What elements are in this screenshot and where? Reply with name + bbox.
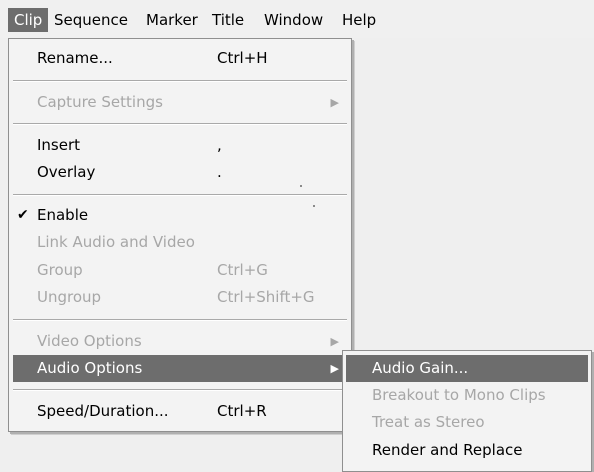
menu-item-label: Audio Gain...	[372, 359, 469, 377]
menubar-marker[interactable]: Marker	[140, 8, 204, 32]
menu-item-shortcut: Ctrl+Shift+G	[217, 288, 315, 306]
menu-item-link-audio-video[interactable]: Link Audio and Video	[13, 229, 347, 256]
menu-item-label: Rename...	[37, 49, 113, 67]
stray-pixel	[300, 185, 302, 187]
stray-pixel	[313, 205, 315, 207]
menubar-title[interactable]: Title	[206, 8, 250, 32]
menu-separator	[13, 194, 347, 196]
menu-item-label: Render and Replace	[372, 441, 523, 459]
menu-item-audio-options[interactable]: Audio Options ▶	[13, 355, 347, 382]
menu-item-label: Audio Options	[37, 359, 143, 377]
menu-item-enable[interactable]: ✔ Enable	[13, 202, 347, 229]
menu-item-label: Overlay	[37, 163, 96, 181]
menu-item-label: Insert	[37, 136, 81, 154]
menu-item-shortcut: ,	[217, 136, 222, 154]
menu-item-shortcut: Ctrl+R	[217, 402, 267, 420]
menu-separator	[13, 319, 347, 321]
menu-item-insert[interactable]: Insert ,	[13, 132, 347, 159]
menu-item-label: Breakout to Mono Clips	[372, 386, 546, 404]
menu-item-overlay[interactable]: Overlay .	[13, 159, 347, 186]
submenu-arrow-icon: ▶	[330, 335, 339, 348]
submenu-arrow-icon: ▶	[330, 362, 339, 375]
menu-item-label: Video Options	[37, 332, 142, 350]
menu-item-audio-gain[interactable]: Audio Gain...	[346, 355, 588, 382]
menu-item-shortcut: Ctrl+G	[217, 261, 268, 279]
menubar-clip[interactable]: Clip	[8, 8, 49, 32]
menu-item-group[interactable]: Group Ctrl+G	[13, 257, 347, 284]
menu-item-treat-stereo[interactable]: Treat as Stereo	[346, 409, 588, 436]
menu-item-rename[interactable]: Rename... Ctrl+H	[13, 45, 347, 72]
menu-item-video-options[interactable]: Video Options ▶	[13, 328, 347, 355]
menu-item-shortcut: .	[217, 163, 222, 181]
checkmark-icon: ✔	[17, 207, 29, 223]
clip-menu: Rename... Ctrl+H Capture Settings ▶ Inse…	[8, 38, 352, 432]
menu-item-label: Treat as Stereo	[372, 413, 485, 431]
menu-item-capture-settings[interactable]: Capture Settings ▶	[13, 89, 347, 116]
menu-item-label: Group	[37, 261, 83, 279]
menu-item-shortcut: Ctrl+H	[217, 49, 268, 67]
audio-options-submenu: Audio Gain... Breakout to Mono Clips Tre…	[342, 350, 592, 472]
menu-item-label: Enable	[37, 206, 89, 224]
menu-item-label: Capture Settings	[37, 93, 163, 111]
menu-item-label: Speed/Duration...	[37, 402, 169, 420]
menu-separator	[13, 80, 347, 82]
menu-item-label: Ungroup	[37, 288, 102, 306]
menu-item-label: Link Audio and Video	[37, 233, 195, 251]
menu-item-ungroup[interactable]: Ungroup Ctrl+Shift+G	[13, 284, 347, 311]
menu-separator	[13, 123, 347, 125]
menu-item-render-replace[interactable]: Render and Replace	[346, 437, 588, 464]
menu-separator	[13, 389, 347, 391]
menu-bar: Clip Sequence Marker Title Window Help	[0, 0, 594, 38]
menu-item-speed-duration[interactable]: Speed/Duration... Ctrl+R	[13, 398, 347, 425]
menu-item-breakout-mono[interactable]: Breakout to Mono Clips	[346, 382, 588, 409]
menubar-window[interactable]: Window	[258, 8, 329, 32]
menubar-sequence[interactable]: Sequence	[48, 8, 134, 32]
submenu-arrow-icon: ▶	[330, 96, 339, 109]
menubar-help[interactable]: Help	[336, 8, 382, 32]
